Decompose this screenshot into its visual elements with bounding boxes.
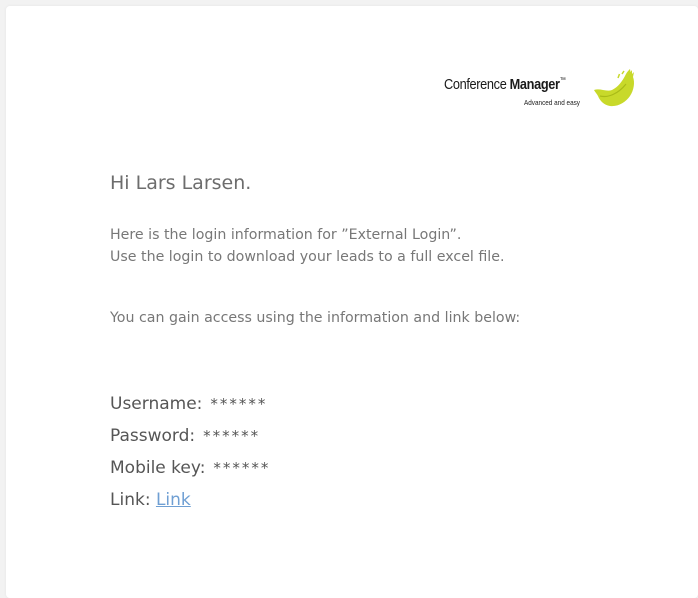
conference-manager-logo: Conference Manager™ Advanced and easy: [444, 64, 634, 112]
intro-line: Here is the login information for ”Exter…: [110, 227, 462, 243]
credentials-block: Username: ****** Password: ****** Mobile k…: [110, 388, 270, 516]
password-row: Password: ******: [110, 420, 270, 452]
intro-paragraph: Here is the login information for ”Exter…: [110, 224, 505, 268]
link-label: Link:: [110, 490, 151, 510]
mobile-key-row: Mobile key: ******: [110, 452, 270, 484]
access-text: You can gain access using the informatio…: [110, 310, 521, 326]
username-value: ******: [210, 395, 268, 413]
access-link[interactable]: Link: [156, 490, 191, 510]
link-row: Link: Link: [110, 484, 270, 516]
password-label: Password:: [110, 426, 196, 446]
intro-line: Use the login to download your leads to …: [110, 249, 505, 265]
username-label: Username:: [110, 394, 203, 414]
mobile-key-label: Mobile key:: [110, 458, 206, 478]
logo-tagline: Advanced and easy: [524, 98, 581, 107]
greeting-text: Hi Lars Larsen.: [110, 172, 252, 194]
password-value: ******: [203, 427, 261, 445]
username-row: Username: ******: [110, 388, 270, 420]
logo-wordmark: Conference Manager™: [444, 77, 566, 93]
mobile-key-value: ******: [213, 459, 271, 477]
feather-leaf-icon: [594, 69, 634, 107]
